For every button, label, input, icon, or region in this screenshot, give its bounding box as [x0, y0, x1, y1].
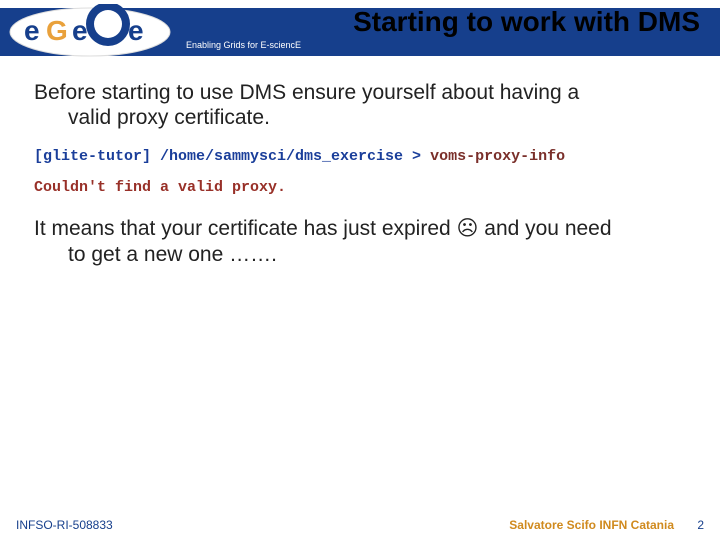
- terminal-error: Couldn't find a valid proxy.: [34, 179, 686, 196]
- svg-text:G: G: [46, 15, 68, 46]
- footer: INFSO-RI-508833 Salvatore Scifo INFN Cat…: [0, 510, 720, 540]
- slide: e G e e Starting to work with DMS Enabli…: [0, 0, 720, 540]
- slide-title: Starting to work with DMS: [353, 6, 700, 38]
- header: e G e e Starting to work with DMS Enabli…: [0, 0, 720, 64]
- intro-line-1: Before starting to use DMS ensure yourse…: [34, 81, 579, 104]
- slide-tagline: Enabling Grids for E-sciencE: [186, 40, 301, 50]
- terminal-prompt: [glite-tutor] /home/sammysci/dms_exercis…: [34, 148, 430, 165]
- svg-text:e: e: [72, 15, 88, 46]
- slide-content: Before starting to use DMS ensure yourse…: [0, 64, 720, 267]
- svg-text:e: e: [24, 15, 40, 46]
- footer-right: Salvatore Scifo INFN Catania: [509, 518, 674, 532]
- outro-paragraph: It means that your certificate has just …: [34, 216, 686, 266]
- intro-line-2: valid proxy certificate.: [34, 106, 270, 129]
- page-number: 2: [697, 518, 704, 532]
- outro-line-1: It means that your certificate has just …: [34, 217, 612, 240]
- outro-line-2: to get a new one …….: [34, 243, 277, 266]
- egee-logo: e G e e: [8, 4, 178, 60]
- terminal-line: [glite-tutor] /home/sammysci/dms_exercis…: [34, 148, 686, 165]
- intro-paragraph: Before starting to use DMS ensure yourse…: [34, 80, 686, 130]
- footer-left: INFSO-RI-508833: [16, 518, 113, 532]
- svg-text:e: e: [128, 15, 144, 46]
- terminal-command: voms-proxy-info: [430, 148, 565, 165]
